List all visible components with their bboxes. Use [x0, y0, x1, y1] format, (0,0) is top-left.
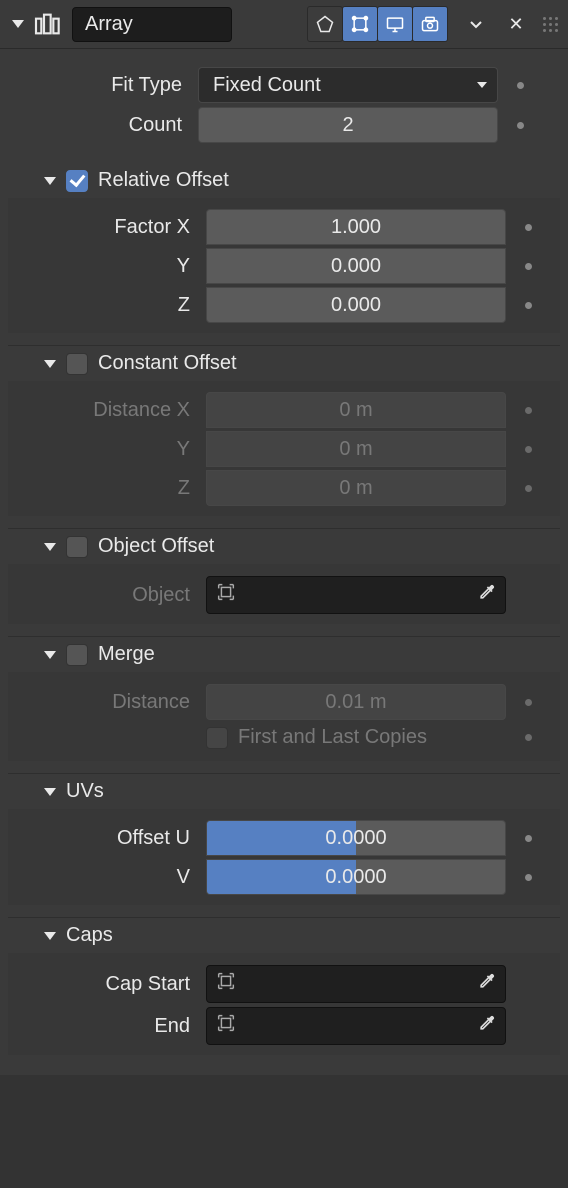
display-render-button[interactable] — [412, 6, 448, 42]
anim-dot[interactable] — [525, 263, 532, 270]
anim-dot[interactable] — [525, 407, 532, 414]
chevron-down-icon — [477, 82, 487, 88]
relative-offset-header[interactable]: Relative Offset — [8, 163, 560, 198]
constant-offset-checkbox[interactable] — [66, 353, 88, 375]
offset-v-input[interactable]: 0.0000 — [206, 859, 506, 895]
modifier-content: Fit Type Fixed Count Count 2 Relative Of… — [0, 49, 568, 1075]
first-last-copies-checkbox[interactable] — [206, 727, 228, 749]
collapse-arrow-icon[interactable] — [44, 543, 56, 551]
anim-dot[interactable] — [525, 699, 532, 706]
distance-x-input[interactable]: 0 m — [206, 392, 506, 428]
cap-start-picker[interactable] — [206, 965, 506, 1003]
collapse-arrow-icon[interactable] — [44, 651, 56, 659]
cap-end-picker[interactable] — [206, 1007, 506, 1045]
modifier-header: Array ✕ — [0, 0, 568, 49]
display-edit-cage-button[interactable] — [307, 6, 343, 42]
anim-dot[interactable] — [517, 122, 524, 129]
factor-x-input[interactable]: 1.000 — [206, 209, 506, 245]
constant-offset-header[interactable]: Constant Offset — [8, 345, 560, 381]
object-picker-input[interactable] — [206, 576, 506, 614]
object-offset-checkbox[interactable] — [66, 536, 88, 558]
distance-x-label: Distance X — [16, 399, 196, 422]
merge-body: Distance 0.01 m First and Last Copies — [8, 672, 560, 761]
header-toggles — [308, 6, 448, 42]
factor-z-input[interactable]: 0.000 — [206, 287, 506, 323]
distance-y-label: Y — [16, 438, 196, 461]
uvs-body: Offset U 0.0000 V 0.0000 — [8, 809, 560, 905]
fit-type-dropdown[interactable]: Fixed Count — [198, 67, 498, 103]
merge-header[interactable]: Merge — [8, 636, 560, 672]
object-data-icon — [215, 581, 237, 609]
object-offset-header[interactable]: Object Offset — [8, 528, 560, 564]
count-input[interactable]: 2 — [198, 107, 498, 143]
collapse-arrow-icon[interactable] — [44, 360, 56, 368]
display-viewport-button[interactable] — [377, 6, 413, 42]
constant-offset-title: Constant Offset — [98, 352, 237, 375]
merge-checkbox[interactable] — [66, 644, 88, 666]
array-modifier-icon — [32, 11, 64, 37]
modifier-name-input[interactable]: Array — [72, 7, 232, 42]
offset-u-label: Offset U — [16, 827, 196, 850]
merge-distance-input[interactable]: 0.01 m — [206, 684, 506, 720]
relative-offset-body: Factor X 1.000 Y 0.000 Z 0.000 — [8, 198, 560, 333]
collapse-arrow-icon[interactable] — [44, 177, 56, 185]
delete-modifier-button[interactable]: ✕ — [500, 6, 532, 42]
collapse-arrow-icon[interactable] — [44, 932, 56, 940]
factor-y-label: Y — [16, 255, 196, 278]
factor-x-label: Factor X — [16, 216, 196, 239]
caps-header[interactable]: Caps — [8, 917, 560, 953]
eyedropper-icon[interactable] — [477, 971, 497, 997]
drag-handle-icon[interactable] — [540, 17, 560, 32]
constant-offset-body: Distance X 0 m Y 0 m Z 0 m — [8, 381, 560, 516]
relative-offset-checkbox[interactable] — [66, 170, 88, 192]
fit-type-label: Fit Type — [8, 74, 188, 97]
anim-dot[interactable] — [525, 734, 532, 741]
modifier-panel: Array ✕ Fit Type Fixe — [0, 0, 568, 1188]
collapse-arrow-icon[interactable] — [44, 788, 56, 796]
anim-dot[interactable] — [525, 485, 532, 492]
anim-dot[interactable] — [525, 224, 532, 231]
object-offset-body: Object — [8, 564, 560, 624]
offset-v-label: V — [16, 866, 196, 889]
uvs-title: UVs — [66, 780, 104, 803]
anim-dot[interactable] — [525, 446, 532, 453]
anim-dot[interactable] — [525, 302, 532, 309]
caps-body: Cap Start End — [8, 953, 560, 1055]
object-offset-title: Object Offset — [98, 535, 214, 558]
caps-title: Caps — [66, 924, 113, 947]
merge-distance-label: Distance — [16, 691, 196, 714]
factor-z-label: Z — [16, 294, 196, 317]
distance-z-label: Z — [16, 477, 196, 500]
object-data-icon — [215, 970, 237, 998]
relative-offset-title: Relative Offset — [98, 169, 229, 192]
eyedropper-icon[interactable] — [477, 1013, 497, 1039]
cap-end-label: End — [16, 1015, 196, 1038]
anim-dot[interactable] — [525, 835, 532, 842]
merge-title: Merge — [98, 643, 155, 666]
first-last-copies-label: First and Last Copies — [238, 726, 427, 749]
anim-dot[interactable] — [525, 874, 532, 881]
cap-start-label: Cap Start — [16, 973, 196, 996]
collapse-arrow-icon[interactable] — [12, 20, 24, 28]
modifier-extras-dropdown[interactable] — [460, 6, 492, 42]
object-label: Object — [16, 584, 196, 607]
anim-dot[interactable] — [517, 82, 524, 89]
object-data-icon — [215, 1012, 237, 1040]
count-label: Count — [8, 114, 188, 137]
uvs-header[interactable]: UVs — [8, 773, 560, 809]
distance-y-input[interactable]: 0 m — [206, 431, 506, 467]
distance-z-input[interactable]: 0 m — [206, 470, 506, 506]
offset-u-input[interactable]: 0.0000 — [206, 820, 506, 856]
display-edit-mode-button[interactable] — [342, 6, 378, 42]
eyedropper-icon[interactable] — [477, 582, 497, 608]
factor-y-input[interactable]: 0.000 — [206, 248, 506, 284]
